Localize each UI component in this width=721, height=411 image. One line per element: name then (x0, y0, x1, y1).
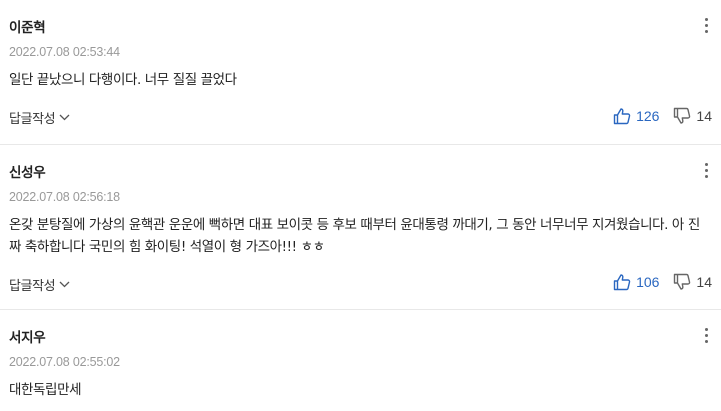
like-button[interactable]: 106 (613, 273, 659, 291)
more-options-icon[interactable] (703, 326, 709, 345)
dislike-button[interactable]: 14 (673, 273, 712, 291)
like-button[interactable]: 126 (613, 107, 659, 125)
thumbs-down-icon (674, 107, 691, 124)
comment-item: 이준혁 2022.07.08 02:53:44 일단 끝났으니 다행이다. 너무… (0, 0, 721, 150)
dislike-button[interactable]: 14 (673, 107, 712, 125)
comment-date: 2022.07.08 02:53:44 (9, 45, 120, 59)
comment-author[interactable]: 서지우 (9, 326, 46, 346)
dislike-count: 14 (696, 274, 712, 290)
like-count: 106 (636, 274, 660, 290)
thumbs-up-icon (613, 108, 631, 125)
vote-group: 106 14 (613, 273, 712, 291)
more-options-icon[interactable] (703, 161, 709, 180)
chevron-down-icon (59, 114, 70, 121)
comment-date: 2022.07.08 02:55:02 (9, 355, 120, 369)
like-count: 126 (636, 108, 660, 124)
chevron-down-icon (59, 281, 70, 288)
reply-label: 답글작성 (9, 112, 56, 127)
comment-text: 대한독립만세 (9, 382, 82, 398)
thumbs-up-icon (613, 274, 631, 291)
reply-button[interactable]: 답글작성 (9, 108, 70, 127)
dislike-count: 14 (696, 108, 712, 124)
more-options-icon[interactable] (703, 16, 709, 35)
vote-group: 126 14 (613, 107, 712, 125)
comment-text: 일단 끝났으니 다행이다. 너무 질질 끌었다 (9, 72, 237, 88)
comment-date: 2022.07.08 02:56:18 (9, 190, 120, 204)
comment-item: 서지우 2022.07.08 02:55:02 대한독립만세 (0, 310, 721, 411)
comment-author[interactable]: 신성우 (9, 161, 46, 181)
reply-label: 답글작성 (9, 279, 56, 294)
comment-text: 온갖 분탕질에 가상의 윤핵관 운운에 뻑하면 대표 보이콧 등 후보 때부터 … (9, 217, 700, 255)
comment-item: 신성우 2022.07.08 02:56:18 온갖 분탕질에 가상의 윤핵관 … (0, 145, 721, 310)
thumbs-down-icon (674, 273, 691, 290)
comment-author[interactable]: 이준혁 (9, 16, 46, 36)
reply-button[interactable]: 답글작성 (9, 275, 70, 294)
